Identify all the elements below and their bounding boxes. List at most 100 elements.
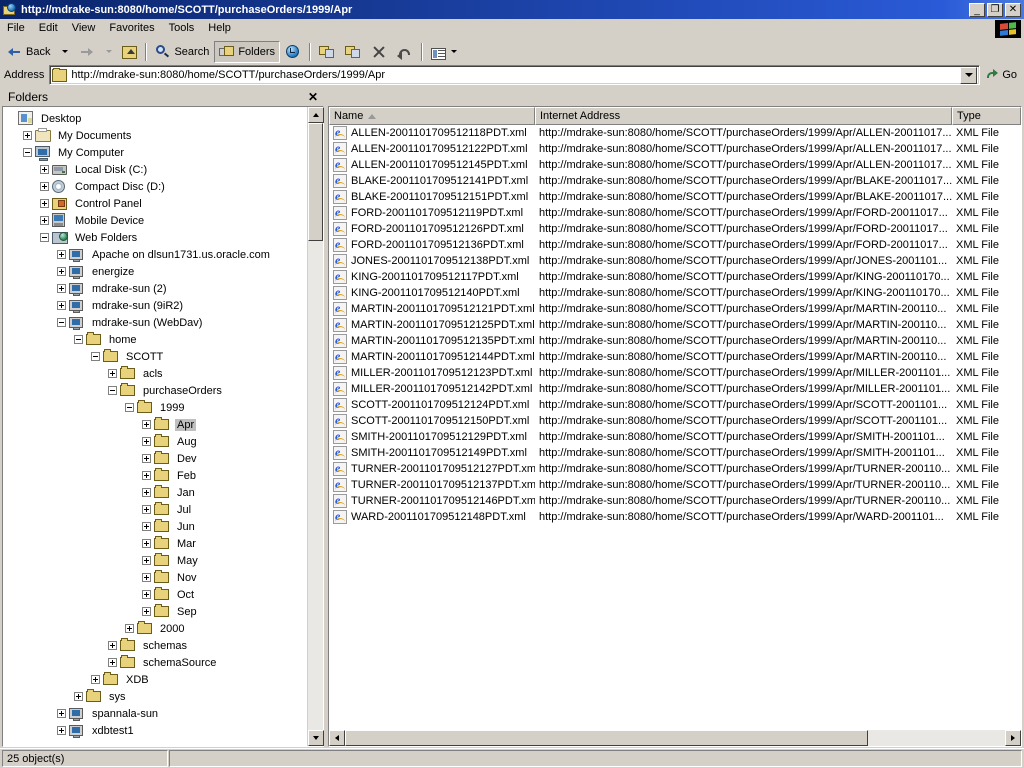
tree-item-control-panel[interactable]: Control Panel [6,195,307,212]
expand-icon[interactable] [40,199,49,208]
file-list-row[interactable]: MARTIN-2001101709512135PDT.xmlhttp://mdr… [329,333,1021,349]
scrollbar-thumb[interactable] [345,730,868,746]
expand-icon[interactable] [57,250,66,259]
tree-item-energize[interactable]: energize [6,263,307,280]
tree-item-jul[interactable]: Jul [6,501,307,518]
column-header-name[interactable]: Name [329,107,535,125]
tree-item-mar[interactable]: Mar [6,535,307,552]
tree-item-mdrake-sun-webdav[interactable]: mdrake-sun (WebDav) [6,314,307,331]
undo-button[interactable] [392,41,418,63]
tree-item-apache-on-dlsun1731-us-oracle-com[interactable]: Apache on dlsun1731.us.oracle.com [6,246,307,263]
history-button[interactable] [280,41,306,63]
file-list-row[interactable]: JONES-2001101709512138PDT.xmlhttp://mdra… [329,253,1021,269]
file-list-row[interactable]: ALLEN-2001101709512122PDT.xmlhttp://mdra… [329,141,1021,157]
expand-icon[interactable] [91,675,100,684]
folders-pane-close-icon[interactable]: ✕ [306,91,320,103]
file-list-row[interactable]: SCOTT-2001101709512124PDT.xmlhttp://mdra… [329,397,1021,413]
expand-icon[interactable] [142,556,151,565]
expand-icon[interactable] [40,182,49,191]
expand-icon[interactable] [57,267,66,276]
file-list-row[interactable]: MILLER-2001101709512142PDT.xmlhttp://mdr… [329,381,1021,397]
tree-item-xdb[interactable]: XDB [6,671,307,688]
tree-item-1999[interactable]: 1999 [6,399,307,416]
file-list-row[interactable]: SMITH-2001101709512129PDT.xmlhttp://mdra… [329,429,1021,445]
collapse-icon[interactable] [108,386,117,395]
expand-icon[interactable] [57,726,66,735]
tree-item-acls[interactable]: acls [6,365,307,382]
file-list-row[interactable]: TURNER-2001101709512146PDT.xmlhttp://mdr… [329,493,1021,509]
expand-icon[interactable] [142,590,151,599]
tree-item-my-computer[interactable]: My Computer [6,144,307,161]
tree-item-schemasource[interactable]: schemaSource [6,654,307,671]
menu-item-file[interactable]: File [0,20,32,37]
collapse-icon[interactable] [23,148,32,157]
tree-item-purchaseorders[interactable]: purchaseOrders [6,382,307,399]
menu-item-tools[interactable]: Tools [162,20,202,37]
collapse-icon[interactable] [125,403,134,412]
delete-button[interactable] [366,41,392,63]
scrollbar-thumb[interactable] [308,123,323,241]
file-list-row[interactable]: ALLEN-2001101709512118PDT.xmlhttp://mdra… [329,125,1021,141]
file-list-row[interactable]: ALLEN-2001101709512145PDT.xmlhttp://mdra… [329,157,1021,173]
file-list-row[interactable]: MARTIN-2001101709512121PDT.xmlhttp://mdr… [329,301,1021,317]
tree-item-xdbtest1[interactable]: xdbtest1 [6,722,307,739]
tree-item-scott[interactable]: SCOTT [6,348,307,365]
file-list-row[interactable]: FORD-2001101709512126PDT.xmlhttp://mdrak… [329,221,1021,237]
menu-item-edit[interactable]: Edit [32,20,65,37]
column-header-internet-address[interactable]: Internet Address [535,107,952,125]
file-list-row[interactable]: SCOTT-2001101709512150PDT.xmlhttp://mdra… [329,413,1021,429]
tree-item-2000[interactable]: 2000 [6,620,307,637]
address-input[interactable]: http://mdrake-sun:8080/home/SCOTT/purcha… [49,65,980,85]
tree-item-local-disk-c[interactable]: Local Disk (C:) [6,161,307,178]
expand-icon[interactable] [40,165,49,174]
tree-item-home[interactable]: home [6,331,307,348]
expand-icon[interactable] [23,131,32,140]
expand-icon[interactable] [142,437,151,446]
file-list-row[interactable]: WARD-2001101709512148PDT.xmlhttp://mdrak… [329,509,1021,525]
file-list-row[interactable]: BLAKE-2001101709512151PDT.xmlhttp://mdra… [329,189,1021,205]
expand-icon[interactable] [40,216,49,225]
expand-icon[interactable] [74,692,83,701]
column-header-type[interactable]: Type [952,107,1021,125]
scroll-left-button[interactable] [329,730,345,746]
copy-to-button[interactable] [340,41,366,63]
scroll-up-button[interactable] [308,107,324,123]
tree-item-my-documents[interactable]: My Documents [6,127,307,144]
file-list-horizontal-scrollbar[interactable] [329,730,1021,746]
views-button[interactable] [426,41,462,63]
file-list-row[interactable]: BLAKE-2001101709512141PDT.xmlhttp://mdra… [329,173,1021,189]
folders-button[interactable]: Folders [214,41,280,63]
forward-button[interactable] [73,41,99,63]
tree-item-desktop[interactable]: Desktop [6,110,307,127]
expand-icon[interactable] [108,658,117,667]
tree-item-mdrake-sun-9ir2[interactable]: mdrake-sun (9iR2) [6,297,307,314]
back-button[interactable]: Back [2,41,55,63]
file-list-row[interactable]: KING-2001101709512140PDT.xmlhttp://mdrak… [329,285,1021,301]
tree-item-dev[interactable]: Dev [6,450,307,467]
file-list-row[interactable]: TURNER-2001101709512137PDT.xmlhttp://mdr… [329,477,1021,493]
search-button[interactable]: Search [150,41,214,63]
file-list-row[interactable]: FORD-2001101709512136PDT.xmlhttp://mdrak… [329,237,1021,253]
expand-icon[interactable] [142,522,151,531]
scrollbar-track[interactable] [308,241,323,730]
go-button[interactable]: Go [983,66,1022,84]
collapse-icon[interactable] [40,233,49,242]
expand-icon[interactable] [142,573,151,582]
file-list-body[interactable]: ALLEN-2001101709512118PDT.xmlhttp://mdra… [329,125,1021,730]
tree-item-mobile-device[interactable]: Mobile Device [6,212,307,229]
expand-icon[interactable] [125,624,134,633]
expand-icon[interactable] [142,471,151,480]
expand-icon[interactable] [108,641,117,650]
scroll-down-button[interactable] [308,730,324,746]
menu-item-view[interactable]: View [65,20,103,37]
tree-item-aug[interactable]: Aug [6,433,307,450]
tree-item-schemas[interactable]: schemas [6,637,307,654]
expand-icon[interactable] [57,709,66,718]
tree-item-mdrake-sun-2[interactable]: mdrake-sun (2) [6,280,307,297]
address-dropdown-button[interactable] [960,67,977,84]
collapse-icon[interactable] [74,335,83,344]
expand-icon[interactable] [142,420,151,429]
folder-tree[interactable]: DesktopMy DocumentsMy ComputerLocal Disk… [3,107,307,746]
file-list-row[interactable]: MARTIN-2001101709512125PDT.xmlhttp://mdr… [329,317,1021,333]
expand-icon[interactable] [142,454,151,463]
